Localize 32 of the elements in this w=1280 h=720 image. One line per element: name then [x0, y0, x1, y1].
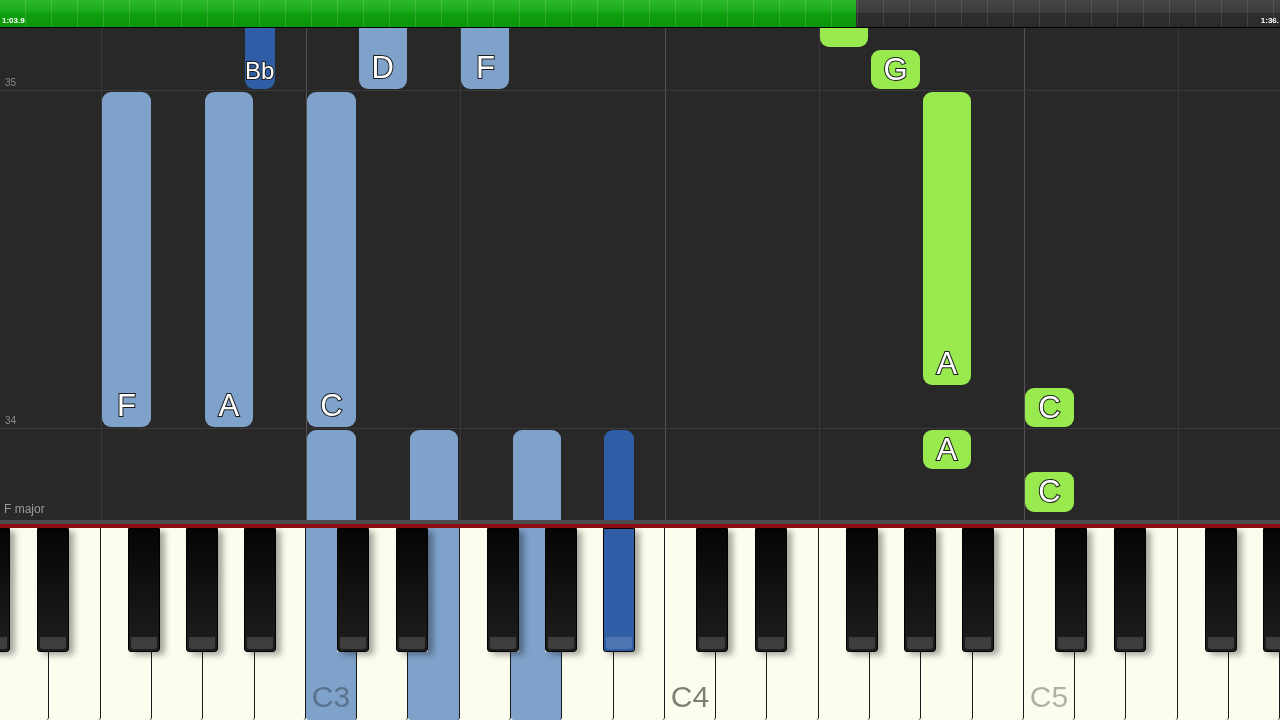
total-time: 1:36.	[1260, 17, 1279, 25]
accidental-key[interactable]	[602, 528, 635, 652]
accidental-key[interactable]	[128, 528, 161, 652]
note-label: D	[371, 52, 394, 83]
note-label: C	[320, 390, 343, 421]
accidental-key[interactable]	[545, 528, 578, 652]
note-label: A	[218, 390, 240, 421]
accidental-key[interactable]	[696, 528, 729, 652]
accidental-key[interactable]	[1204, 528, 1237, 652]
accidental-key[interactable]	[337, 528, 370, 652]
note-label: C	[1038, 391, 1061, 423]
measure-number: 34	[5, 416, 17, 426]
accidental-key[interactable]	[845, 528, 878, 652]
accidental-key[interactable]	[1114, 528, 1147, 652]
elapsed-time: 1:03.9	[2, 17, 25, 25]
accidental-key[interactable]	[186, 528, 219, 652]
note-label: C	[1038, 476, 1061, 508]
accidental-key[interactable]	[755, 528, 788, 652]
accidental-key[interactable]	[1055, 528, 1088, 652]
progress-track[interactable]: 1:03.9 1:36.	[0, 0, 1280, 28]
note-label: F	[116, 390, 136, 421]
note-label: A	[936, 347, 958, 379]
note-label: F	[475, 52, 495, 83]
note-label: G	[883, 53, 908, 85]
note-label: A	[936, 434, 958, 466]
accidental-key[interactable]	[961, 528, 994, 652]
accidental-key[interactable]	[904, 528, 937, 652]
accidental-key[interactable]	[37, 528, 70, 652]
key-signature: F major	[4, 503, 45, 515]
accidental-key[interactable]	[243, 528, 276, 652]
note-label: Bb	[244, 59, 275, 83]
measure-number: 35	[5, 78, 17, 88]
